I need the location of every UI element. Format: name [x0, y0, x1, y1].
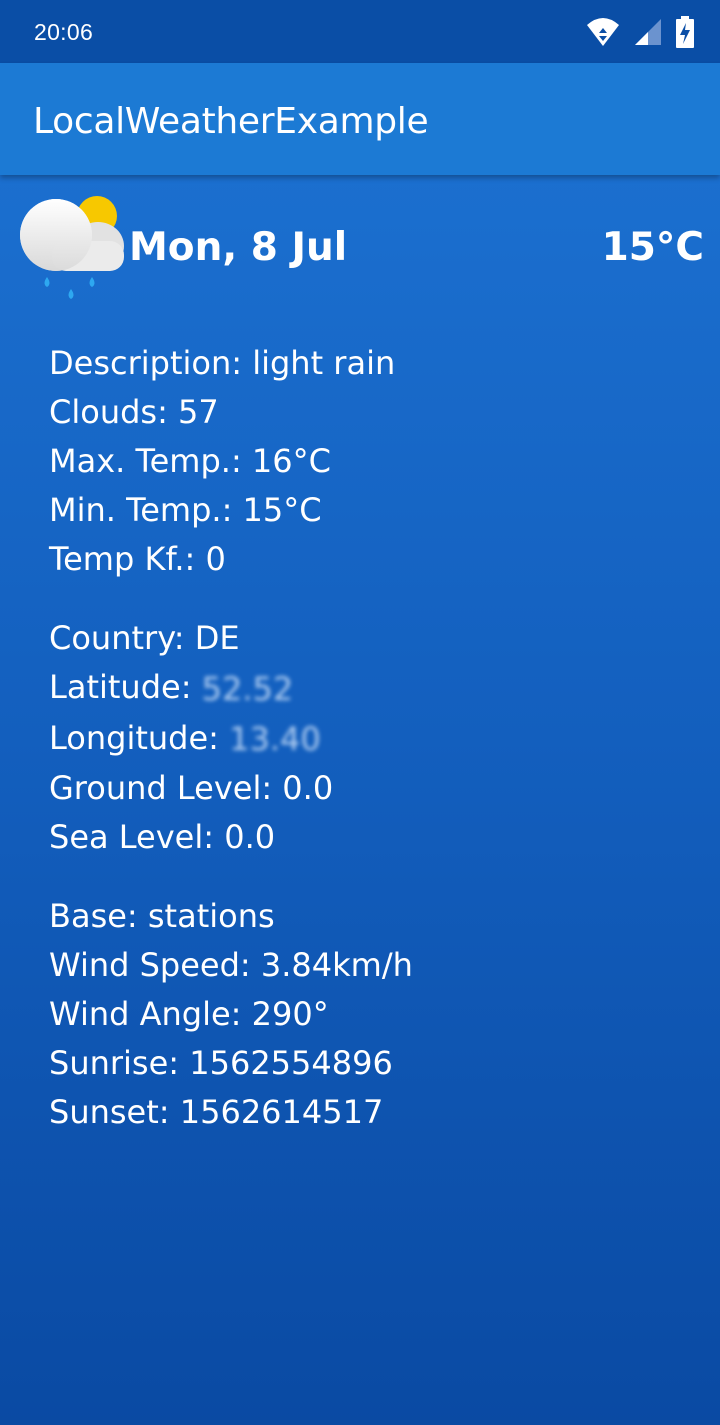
- location-group: Country: DE Latitude: 52.52 Longitude: 1…: [49, 614, 413, 862]
- clouds-row: Clouds: 57: [49, 393, 219, 431]
- ground-level-row: Ground Level: 0.0: [49, 769, 334, 807]
- max-temp-row: Max. Temp.: 16°C: [49, 442, 331, 480]
- app-title: LocalWeatherExample: [33, 101, 429, 142]
- signal-icon: [635, 19, 661, 45]
- status-bar: 20:06: [0, 0, 720, 63]
- wind-speed-row: Wind Speed: 3.84km/h: [49, 946, 413, 984]
- country-row: Country: DE: [49, 619, 240, 657]
- wind-angle-row: Wind Angle: 290°: [49, 995, 329, 1033]
- base-row: Base: stations: [49, 897, 275, 935]
- weather-details: Description: light rain Clouds: 57 Max. …: [49, 339, 413, 1167]
- wind-sun-group: Base: stations Wind Speed: 3.84km/h Wind…: [49, 892, 413, 1137]
- longitude-value: 13.40: [229, 720, 321, 758]
- status-icons: [586, 14, 694, 50]
- app-bar: LocalWeatherExample: [0, 63, 720, 175]
- conditions-group: Description: light rain Clouds: 57 Max. …: [49, 339, 413, 584]
- light-rain-cloud-icon: [20, 196, 124, 299]
- description-row: Description: light rain: [49, 344, 396, 382]
- battery-charging-icon: [676, 16, 694, 48]
- longitude-row: Longitude: 13.40: [49, 714, 413, 765]
- forecast-date: Mon, 8 Jul: [129, 225, 348, 270]
- sunset-row: Sunset: 1562614517: [49, 1093, 384, 1131]
- min-temp-row: Min. Temp.: 15°C: [49, 491, 322, 529]
- current-temperature: 15°C: [601, 225, 704, 270]
- wifi-icon: [587, 18, 619, 46]
- latitude-row: Latitude: 52.52: [49, 663, 413, 714]
- status-time: 20:06: [34, 19, 94, 45]
- sea-level-row: Sea Level: 0.0: [49, 818, 276, 856]
- weather-content: Mon, 8 Jul 15°C Description: light rain …: [0, 175, 720, 1425]
- sunrise-row: Sunrise: 1562554896: [49, 1044, 393, 1082]
- temp-kf-row: Temp Kf.: 0: [49, 540, 226, 578]
- latitude-value: 52.52: [201, 669, 294, 708]
